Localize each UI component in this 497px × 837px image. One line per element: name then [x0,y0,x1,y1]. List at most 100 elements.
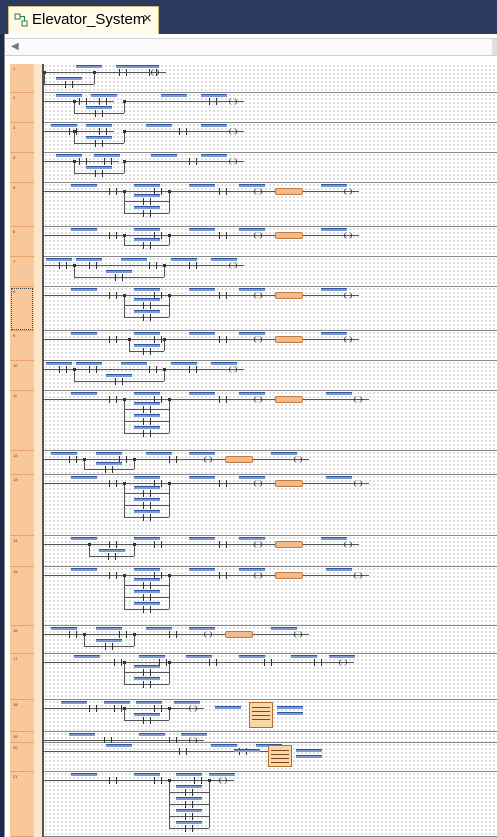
variable-label[interactable] [133,590,160,593]
variable-label[interactable] [96,639,122,642]
variable-label[interactable] [133,414,160,417]
ladder-rung[interactable]: 1 [10,64,497,93]
contact[interactable] [214,336,232,343]
rung-number[interactable]: 18 [10,700,34,732]
contact[interactable] [104,541,122,548]
contact[interactable] [90,110,108,117]
variable-label[interactable] [136,701,162,704]
contact[interactable] [149,541,167,548]
contact[interactable] [90,170,108,177]
contact[interactable] [104,336,122,343]
variable-label[interactable] [146,452,172,455]
contact[interactable] [102,553,121,560]
contact[interactable] [84,705,102,712]
ladder-editor[interactable]: ◀ 1 2 3 4 5 6 7 8 9 10 11 12 13 14 15 16 17 18 19 20 21 [4,34,497,837]
variable-label[interactable] [133,184,160,187]
function-block[interactable] [275,541,303,548]
variable-label[interactable] [133,206,160,209]
contact[interactable] [180,789,198,796]
contact[interactable] [214,232,232,239]
variable-label[interactable] [151,154,177,157]
coil[interactable] [249,232,267,239]
variable-label[interactable] [188,228,215,231]
variable-label[interactable] [238,332,265,335]
contact[interactable] [214,480,232,487]
variable-label[interactable] [51,627,77,630]
variable-label[interactable] [86,124,112,127]
ladder-rung[interactable]: 19 [10,732,497,744]
variable-label[interactable] [176,797,202,800]
contact[interactable] [137,242,156,249]
contact[interactable] [104,232,122,239]
coil[interactable] [214,777,232,784]
ladder-rung[interactable]: 10 [10,361,497,391]
contact[interactable] [114,631,132,638]
variable-label[interactable] [76,65,102,68]
variable-label[interactable] [86,136,112,139]
rung-number[interactable]: 7 [10,257,34,287]
rung-grid[interactable] [44,123,497,153]
contact[interactable] [149,777,167,784]
contact[interactable] [137,502,156,509]
variable-label[interactable] [133,677,160,680]
variable-label[interactable] [56,77,82,80]
ladder-rung[interactable]: 3 [10,123,497,153]
coil[interactable] [224,366,242,373]
variable-label[interactable] [71,476,97,479]
rung-number[interactable]: 5 [10,183,34,227]
ladder-rung[interactable]: 20 [10,743,497,772]
ladder-rung[interactable]: 12 [10,451,497,475]
coil[interactable] [224,158,242,165]
contact[interactable] [100,466,118,473]
variable-label[interactable] [146,124,172,127]
variable-label[interactable] [161,94,187,97]
variable-label[interactable] [234,749,260,752]
contact[interactable] [137,348,156,355]
variable-label[interactable] [201,124,227,127]
contact[interactable] [100,643,118,650]
rung-grid[interactable] [43,64,497,93]
variable-label[interactable] [73,655,100,658]
rung-grid[interactable] [44,227,497,257]
contact[interactable] [214,292,232,299]
rung-number[interactable]: 13 [10,475,34,536]
variable-label[interactable] [106,374,132,377]
contact[interactable] [184,366,202,373]
variable-label[interactable] [188,627,215,630]
function-block[interactable] [275,336,303,343]
function-block[interactable] [249,702,273,728]
ladder-rung[interactable]: 13 [10,475,497,536]
ladder-rung[interactable]: 15 [10,567,497,626]
variable-label[interactable] [133,578,160,581]
contact[interactable] [94,128,112,135]
contact[interactable] [104,292,122,299]
contact[interactable] [137,406,156,413]
contact[interactable] [137,314,156,321]
variable-label[interactable] [133,332,160,335]
variable-label[interactable] [96,462,122,465]
contact[interactable] [204,659,222,666]
function-block[interactable] [275,396,303,403]
variable-label[interactable] [51,452,77,455]
ladder-rung[interactable]: 21 [10,772,497,837]
ladder-rung[interactable]: 2 [10,93,497,123]
variable-label[interactable] [238,288,265,291]
rung-grid[interactable] [44,361,497,391]
contact[interactable] [104,572,122,579]
variable-label[interactable] [133,65,159,68]
variable-label[interactable] [133,476,160,479]
variable-label[interactable] [133,498,160,501]
contact[interactable] [90,140,108,147]
rung-number[interactable]: 9 [10,331,34,361]
variable-label[interactable] [121,362,147,365]
variable-label[interactable] [133,310,160,313]
rung-number[interactable]: 12 [10,451,34,475]
coil[interactable] [289,631,307,638]
variable-label[interactable] [133,238,160,241]
contact[interactable] [110,274,128,281]
ladder-rung[interactable]: 5 [10,183,497,227]
function-block[interactable] [225,631,253,638]
rung-grid[interactable] [44,391,497,451]
rung-number[interactable]: 11 [10,391,34,451]
rung-number[interactable]: 10 [10,361,34,391]
